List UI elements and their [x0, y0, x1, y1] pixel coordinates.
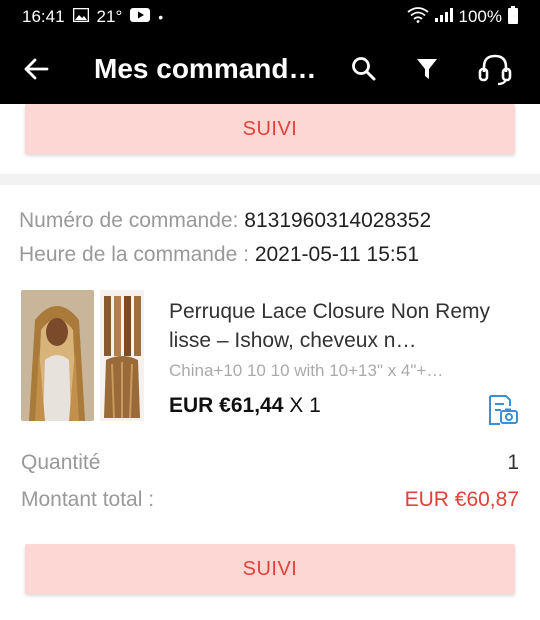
product-price: EUR €61,44 [169, 394, 284, 417]
filter-button[interactable] [402, 34, 452, 104]
status-bar: 16:41 21° • 100% [0, 0, 540, 34]
gallery-icon [72, 7, 89, 27]
page-title: Mes command… [94, 53, 317, 84]
quantity-value: 1 [507, 451, 519, 474]
search-icon [352, 57, 376, 81]
search-button[interactable] [339, 34, 389, 104]
headset-icon [478, 54, 512, 86]
total-row: Montant total : EUR €60,87 [21, 488, 519, 512]
total-label: Montant total : [21, 488, 155, 511]
photo-review-button[interactable] [486, 394, 518, 426]
track-button-previous[interactable]: SUIVI [25, 104, 515, 154]
product-variant: China+10 10 10 with 10+13" x 4"+… [169, 361, 444, 380]
wifi-icon [406, 6, 429, 28]
order-time-value: 2021-05-11 15:51 [254, 243, 420, 266]
order-card-previous: SUIVI [0, 104, 540, 174]
status-temp: 21° [96, 7, 123, 26]
product-image-bundles[interactable] [100, 290, 144, 421]
total-value: EUR €60,87 [404, 488, 519, 511]
back-button[interactable] [6, 34, 66, 104]
signal-icon [434, 7, 453, 27]
order-time-label: Heure de la commande : [19, 243, 249, 266]
order-number-label: Numéro de commande: [19, 209, 239, 232]
quantity-label: Quantité [21, 451, 101, 474]
photo-document-icon [489, 395, 518, 425]
product-image-wig[interactable] [21, 290, 94, 421]
back-arrow-icon [24, 58, 49, 80]
status-time: 16:41 [22, 7, 65, 26]
youtube-icon [130, 7, 151, 27]
track-button[interactable]: SUIVI [25, 544, 515, 594]
product-quantity-multiplier: X 1 [289, 394, 321, 417]
order-card: Numéro de commande: 8131960314028352 Heu… [0, 185, 540, 620]
orders-list[interactable]: SUIVI Numéro de commande: 81319603140283… [0, 104, 540, 620]
app-bar: Mes command… [0, 34, 540, 104]
battery-level: 100% [458, 7, 502, 26]
product-price-row: EUR €61,44 X 1 [169, 394, 321, 418]
notification-dot: • [158, 9, 164, 25]
quantity-row: Quantité 1 [21, 451, 519, 475]
support-button[interactable] [470, 34, 520, 104]
battery-icon [508, 5, 518, 29]
filter-icon [417, 59, 437, 79]
order-number-row: Numéro de commande: 8131960314028352 [19, 209, 431, 233]
product-title[interactable]: Perruque Lace Closure Non Remy lisse – I… [169, 297, 519, 355]
order-number-value: 8131960314028352 [244, 209, 432, 232]
order-time-row: Heure de la commande : 2021-05-11 15:51 [19, 243, 419, 267]
